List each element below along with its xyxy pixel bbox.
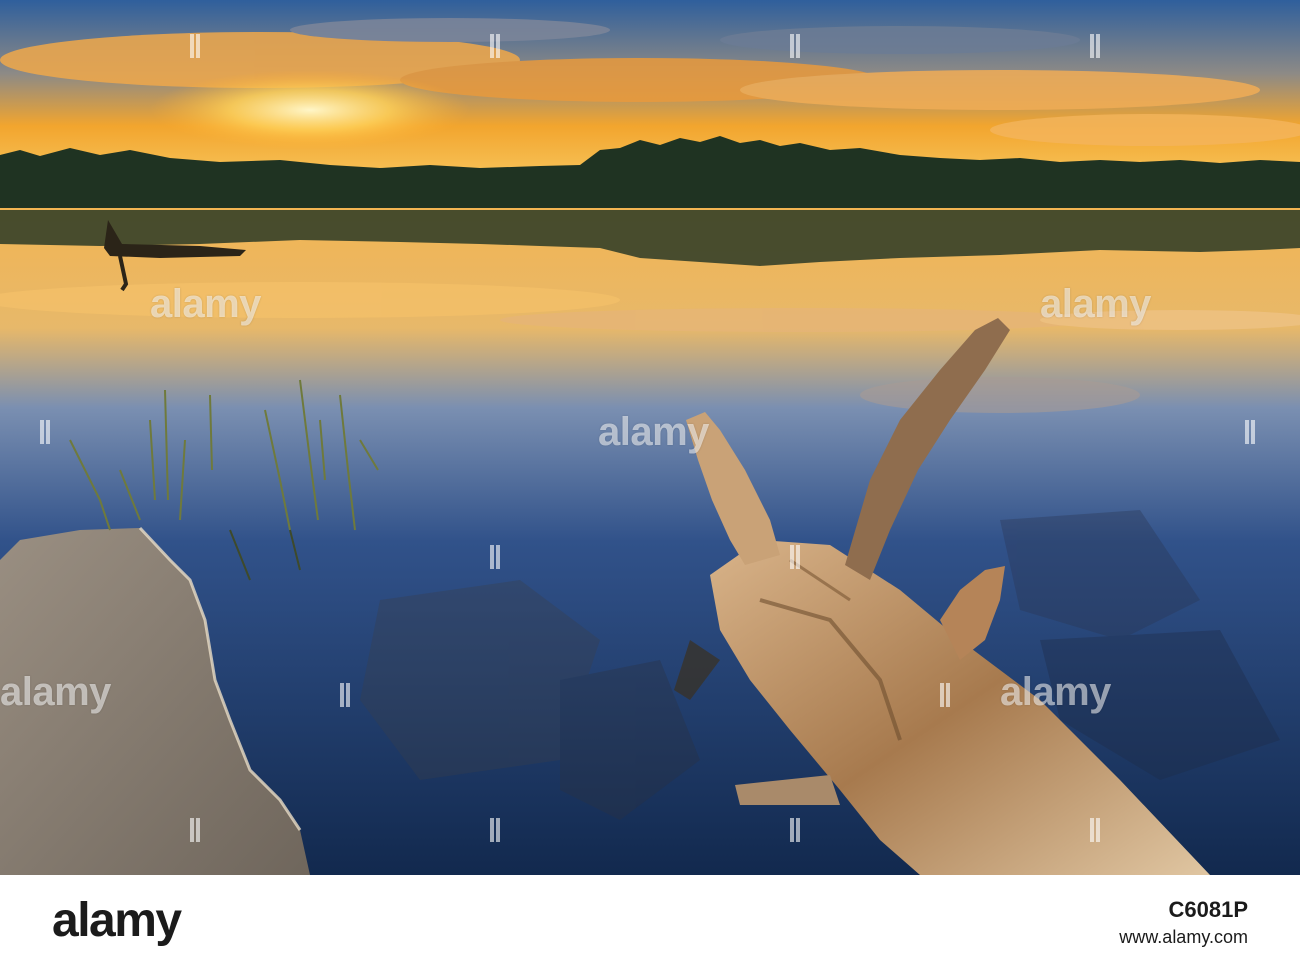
landscape-photo: alamy alamy alamy alamy alamy — [0, 0, 1300, 875]
lake-scene — [0, 0, 1300, 875]
site-url: www.alamy.com — [1119, 927, 1248, 947]
stock-footer: alamy C6081P www.alamy.com — [0, 875, 1300, 965]
brand-logo: alamy — [52, 894, 182, 947]
image-id: C6081P — [1168, 897, 1248, 922]
sun-glow — [150, 70, 470, 150]
